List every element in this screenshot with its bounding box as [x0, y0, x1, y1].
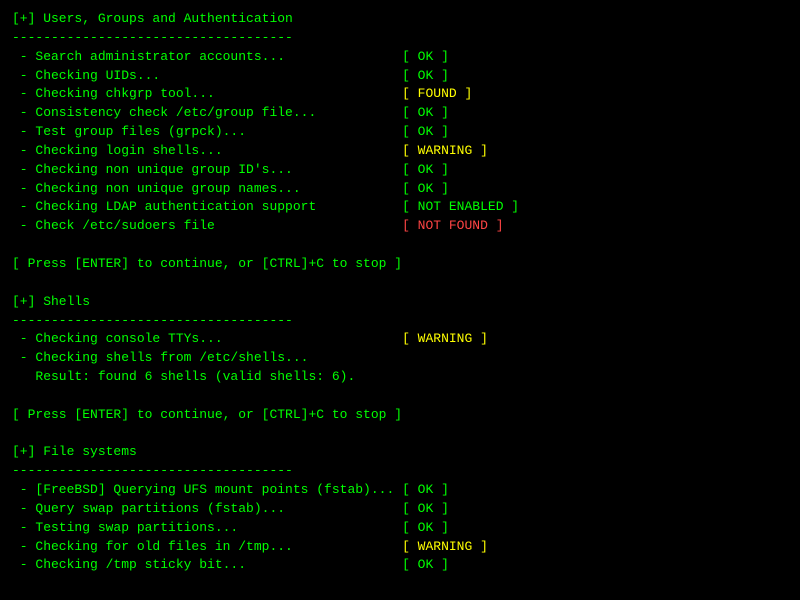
list-item: - Checking non unique group ID's... [ OK…: [12, 161, 788, 180]
item-label: - Checking login shells...: [12, 143, 223, 158]
item-status: [ OK ]: [402, 557, 449, 572]
list-item: - Testing swap partitions... [ OK ]: [12, 519, 788, 538]
item-label: - Query swap partitions (fstab)...: [12, 501, 285, 516]
list-item: - Checking non unique group names... [ O…: [12, 180, 788, 199]
list-item: - Query swap partitions (fstab)... [ OK …: [12, 500, 788, 519]
item-label: - Checking non unique group names...: [12, 181, 301, 196]
item-label: - Checking UIDs...: [12, 68, 160, 83]
item-status: [ OK ]: [402, 181, 449, 196]
item-status: [ WARNING ]: [402, 143, 488, 158]
item-label: - Checking for old files in /tmp...: [12, 539, 293, 554]
section-divider-shells: ------------------------------------: [12, 312, 788, 331]
item-status: [ OK ]: [402, 124, 449, 139]
list-item: - Checking shells from /etc/shells...: [12, 349, 788, 368]
item-label: - Checking /tmp sticky bit...: [12, 557, 246, 572]
item-status: [ OK ]: [402, 105, 449, 120]
item-label: - Test group files (grpck)...: [12, 124, 246, 139]
continue-prompt: [ Press [ENTER] to continue, or [CTRL]+C…: [12, 255, 788, 274]
item-status: [ NOT ENABLED ]: [402, 199, 519, 214]
list-item: - Checking login shells... [ WARNING ]: [12, 142, 788, 161]
item-status: [ OK ]: [402, 501, 449, 516]
item-label: - Consistency check /etc/group file...: [12, 105, 316, 120]
item-label: - Checking chkgrp tool...: [12, 86, 215, 101]
item-label: - Checking non unique group ID's...: [12, 162, 293, 177]
list-item: - Test group files (grpck)... [ OK ]: [12, 123, 788, 142]
list-item: - Checking for old files in /tmp... [ WA…: [12, 538, 788, 557]
item-status: [ OK ]: [402, 162, 449, 177]
section-divider-users-groups: ------------------------------------: [12, 29, 788, 48]
item-status: [ WARNING ]: [402, 539, 488, 554]
terminal-output: [+] Users, Groups and Authentication----…: [12, 10, 788, 575]
item-label: - Check /etc/sudoers file: [12, 218, 215, 233]
list-item: - Checking chkgrp tool... [ FOUND ]: [12, 85, 788, 104]
item-status: [ OK ]: [402, 49, 449, 64]
section-divider-filesystems: ------------------------------------: [12, 462, 788, 481]
item-label: - Testing swap partitions...: [12, 520, 238, 535]
item-status: [ WARNING ]: [402, 331, 488, 346]
continue-prompt: [ Press [ENTER] to continue, or [CTRL]+C…: [12, 406, 788, 425]
list-item: Result: found 6 shells (valid shells: 6)…: [12, 368, 788, 387]
list-item: - Consistency check /etc/group file... […: [12, 104, 788, 123]
item-label: - Checking LDAP authentication support: [12, 199, 316, 214]
list-item: - Checking LDAP authentication support […: [12, 198, 788, 217]
item-status: [ OK ]: [402, 520, 449, 535]
section-header-filesystems: [+] File systems: [12, 443, 788, 462]
list-item: - [FreeBSD] Querying UFS mount points (f…: [12, 481, 788, 500]
list-item: - Search administrator accounts... [ OK …: [12, 48, 788, 67]
list-item: - Checking console TTYs... [ WARNING ]: [12, 330, 788, 349]
item-status: [ OK ]: [402, 482, 449, 497]
item-status: [ NOT FOUND ]: [402, 218, 503, 233]
item-label: - Search administrator accounts...: [12, 49, 285, 64]
item-status: [ OK ]: [402, 68, 449, 83]
section-header-shells: [+] Shells: [12, 293, 788, 312]
item-status: [ FOUND ]: [402, 86, 472, 101]
item-label: - [FreeBSD] Querying UFS mount points (f…: [12, 482, 394, 497]
section-header-users-groups: [+] Users, Groups and Authentication: [12, 10, 788, 29]
list-item: - Check /etc/sudoers file [ NOT FOUND ]: [12, 217, 788, 236]
list-item: - Checking UIDs... [ OK ]: [12, 67, 788, 86]
list-item: - Checking /tmp sticky bit... [ OK ]: [12, 556, 788, 575]
item-label: - Checking console TTYs...: [12, 331, 223, 346]
